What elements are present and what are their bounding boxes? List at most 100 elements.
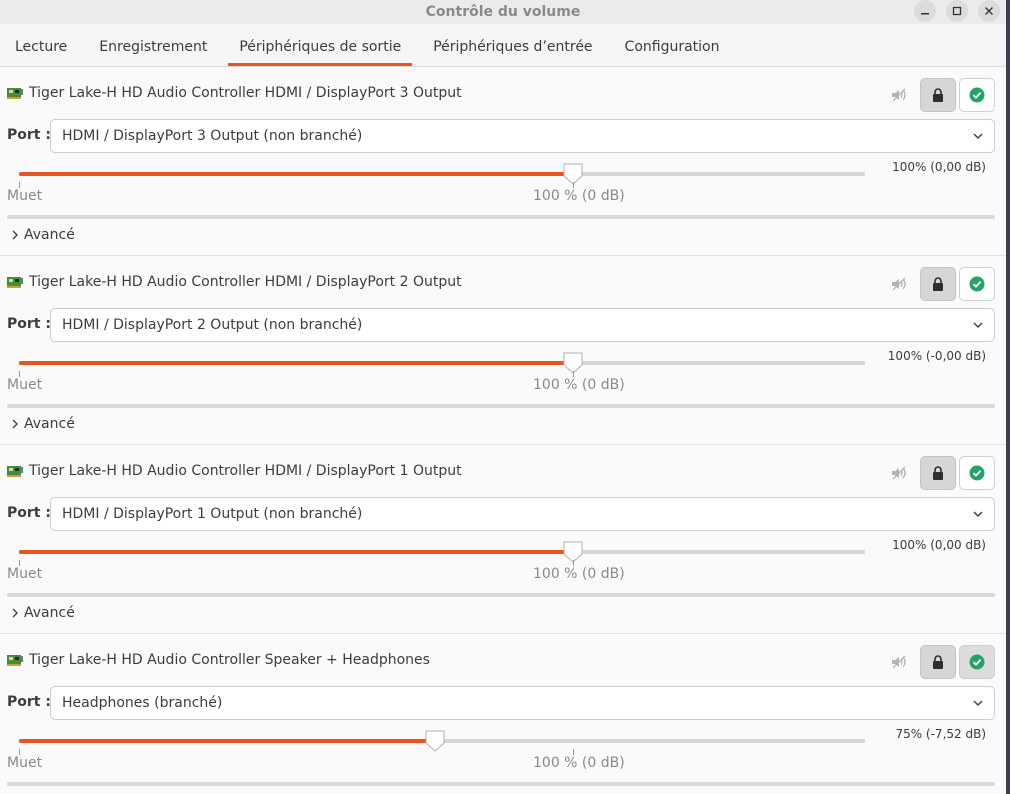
tab-enregistrement[interactable]: Enregistrement <box>88 24 218 66</box>
volume-slider[interactable] <box>19 730 865 752</box>
device-header: Tiger Lake-H HD Audio Controller HDMI / … <box>7 274 462 290</box>
volume-slider[interactable] <box>19 352 865 374</box>
scale-label-100: 100 % (0 dB) <box>533 377 625 393</box>
tab-configuration[interactable]: Configuration <box>614 24 731 66</box>
tab-peripheriques-sortie[interactable]: Périphériques de sortie <box>228 24 413 66</box>
maximize-icon <box>952 6 962 16</box>
volume-slider-handle[interactable] <box>425 730 445 752</box>
level-meter <box>7 404 995 408</box>
advanced-label: Avancé <box>24 227 75 243</box>
title-bar[interactable]: Contrôle du volume <box>0 0 1006 24</box>
level-meter <box>7 215 995 219</box>
lock-channels-button[interactable] <box>920 78 956 112</box>
sound-card-icon <box>7 655 23 666</box>
volume-slider[interactable] <box>19 541 865 563</box>
device-name: Tiger Lake-H HD Audio Controller HDMI / … <box>29 463 462 479</box>
window-controls <box>914 0 1000 22</box>
scale-label-mute: Muet <box>7 377 43 393</box>
lock-channels-button[interactable] <box>920 267 956 301</box>
port-select[interactable]: HDMI / DisplayPort 2 Output (non branché… <box>50 308 995 342</box>
mute-speaker-icon[interactable] <box>890 653 908 671</box>
advanced-label: Avancé <box>24 605 75 621</box>
port-select[interactable]: HDMI / DisplayPort 3 Output (non branché… <box>50 119 995 153</box>
output-device: Tiger Lake-H HD Audio Controller HDMI / … <box>0 256 1006 445</box>
advanced-expander[interactable]: Avancé <box>10 605 75 621</box>
scale-label-mute: Muet <box>7 188 43 204</box>
close-button[interactable] <box>978 0 1000 22</box>
level-meter <box>7 782 995 786</box>
minimize-icon <box>921 13 929 15</box>
volume-readout: 100% (-0,00 dB) <box>887 349 986 363</box>
volume-slider-fill <box>19 550 573 554</box>
port-value: HDMI / DisplayPort 3 Output (non branché… <box>62 128 363 144</box>
lock-icon <box>933 655 943 669</box>
volume-control-window: Contrôle du volume Lecture Enregistremen… <box>0 0 1006 794</box>
maximize-button[interactable] <box>946 0 968 22</box>
chevron-down-icon <box>973 322 983 328</box>
window-title: Contrôle du volume <box>425 4 581 20</box>
device-header: Tiger Lake-H HD Audio Controller Speaker… <box>7 652 430 668</box>
lock-channels-button[interactable] <box>920 645 956 679</box>
sound-card-icon <box>7 277 23 288</box>
set-default-button[interactable] <box>959 645 995 679</box>
tab-peripheriques-entree[interactable]: Périphériques d’entrée <box>422 24 603 66</box>
port-label: Port : <box>7 505 51 521</box>
check-circle-icon <box>969 654 985 670</box>
chevron-right-icon <box>12 419 18 429</box>
chevron-down-icon <box>973 133 983 139</box>
port-label: Port : <box>7 694 51 710</box>
port-value: Headphones (branché) <box>62 695 223 711</box>
mute-speaker-icon[interactable] <box>890 464 908 482</box>
lock-channels-button[interactable] <box>920 456 956 490</box>
volume-readout: 75% (-7,52 dB) <box>895 727 986 741</box>
chevron-right-icon <box>12 608 18 618</box>
port-label: Port : <box>7 127 51 143</box>
volume-slider-fill <box>19 361 573 365</box>
scale-label-100: 100 % (0 dB) <box>533 755 625 771</box>
output-device: Tiger Lake-H HD Audio Controller HDMI / … <box>0 67 1006 256</box>
check-circle-icon <box>969 465 985 481</box>
level-meter <box>7 593 995 597</box>
port-value: HDMI / DisplayPort 1 Output (non branché… <box>62 506 363 522</box>
set-default-button[interactable] <box>959 78 995 112</box>
device-header: Tiger Lake-H HD Audio Controller HDMI / … <box>7 463 462 479</box>
chevron-down-icon <box>973 511 983 517</box>
volume-slider[interactable] <box>19 163 865 185</box>
port-label: Port : <box>7 316 51 332</box>
close-icon <box>985 7 993 15</box>
check-circle-icon <box>969 276 985 292</box>
device-name: Tiger Lake-H HD Audio Controller HDMI / … <box>29 85 462 101</box>
device-name: Tiger Lake-H HD Audio Controller Speaker… <box>29 652 430 668</box>
volume-readout: 100% (0,00 dB) <box>892 160 986 174</box>
volume-slider-fill <box>19 739 435 743</box>
check-circle-icon <box>969 87 985 103</box>
mute-speaker-icon[interactable] <box>890 275 908 293</box>
advanced-expander[interactable]: Avancé <box>10 416 75 432</box>
sound-card-icon <box>7 466 23 477</box>
lock-icon <box>933 466 943 480</box>
sound-card-icon <box>7 88 23 99</box>
output-device: Tiger Lake-H HD Audio Controller Speaker… <box>0 634 1006 794</box>
lock-icon <box>933 88 943 102</box>
mute-speaker-icon[interactable] <box>890 86 908 104</box>
port-select[interactable]: Headphones (branché) <box>50 686 995 720</box>
set-default-button[interactable] <box>959 456 995 490</box>
scale-label-100: 100 % (0 dB) <box>533 566 625 582</box>
tab-bar: Lecture Enregistrement Périphériques de … <box>0 24 1006 67</box>
tab-lecture[interactable]: Lecture <box>4 24 78 66</box>
volume-slider-fill <box>19 172 573 176</box>
chevron-down-icon <box>973 700 983 706</box>
scale-label-mute: Muet <box>7 755 43 771</box>
port-select[interactable]: HDMI / DisplayPort 1 Output (non branché… <box>50 497 995 531</box>
volume-readout: 100% (0,00 dB) <box>892 538 986 552</box>
device-header: Tiger Lake-H HD Audio Controller HDMI / … <box>7 85 462 101</box>
scale-label-100: 100 % (0 dB) <box>533 188 625 204</box>
port-value: HDMI / DisplayPort 2 Output (non branché… <box>62 317 363 333</box>
chevron-right-icon <box>12 230 18 240</box>
advanced-label: Avancé <box>24 416 75 432</box>
advanced-expander[interactable]: Avancé <box>10 227 75 243</box>
device-name: Tiger Lake-H HD Audio Controller HDMI / … <box>29 274 462 290</box>
lock-icon <box>933 277 943 291</box>
set-default-button[interactable] <box>959 267 995 301</box>
minimize-button[interactable] <box>914 0 936 22</box>
